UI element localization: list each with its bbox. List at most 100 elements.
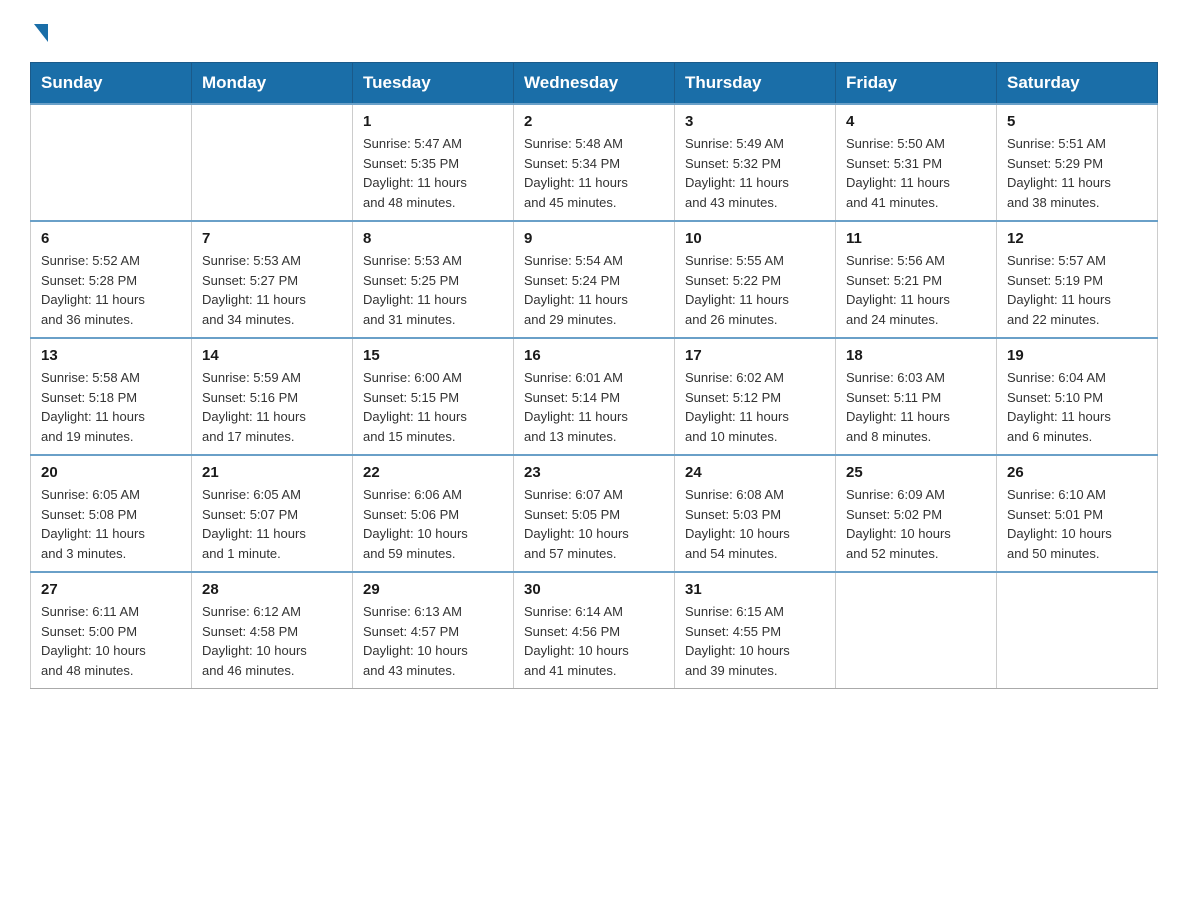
calendar-cell: 18 Sunrise: 6:03 AM Sunset: 5:11 PM Dayli… — [836, 338, 997, 455]
day-info: Sunrise: 5:56 AM Sunset: 5:21 PM Dayligh… — [846, 251, 986, 329]
day-info: Sunrise: 5:58 AM Sunset: 5:18 PM Dayligh… — [41, 368, 181, 446]
calendar-cell: 15 Sunrise: 6:00 AM Sunset: 5:15 PM Dayli… — [353, 338, 514, 455]
calendar-cell: 4 Sunrise: 5:50 AM Sunset: 5:31 PM Daylig… — [836, 104, 997, 221]
calendar-cell: 30Sunrise: 6:14 AM Sunset: 4:56 PM Dayli… — [514, 572, 675, 689]
day-number: 31 — [685, 581, 825, 598]
week-row-2: 6 Sunrise: 5:52 AM Sunset: 5:28 PM Daylig… — [31, 221, 1158, 338]
logo — [30, 20, 48, 42]
day-number: 3 — [685, 113, 825, 130]
day-info: Sunrise: 5:48 AM Sunset: 5:34 PM Dayligh… — [524, 134, 664, 212]
calendar-cell: 19 Sunrise: 6:04 AM Sunset: 5:10 PM Dayli… — [997, 338, 1158, 455]
day-info: Sunrise: 6:10 AM Sunset: 5:01 PM Dayligh… — [1007, 485, 1147, 563]
day-number: 12 — [1007, 230, 1147, 247]
calendar-cell: 2 Sunrise: 5:48 AM Sunset: 5:34 PM Daylig… — [514, 104, 675, 221]
day-info: Sunrise: 6:14 AM Sunset: 4:56 PM Dayligh… — [524, 602, 664, 680]
day-info: Sunrise: 6:05 AM Sunset: 5:08 PM Dayligh… — [41, 485, 181, 563]
day-info: Sunrise: 6:01 AM Sunset: 5:14 PM Dayligh… — [524, 368, 664, 446]
day-info: Sunrise: 5:51 AM Sunset: 5:29 PM Dayligh… — [1007, 134, 1147, 212]
day-info: Sunrise: 5:50 AM Sunset: 5:31 PM Dayligh… — [846, 134, 986, 212]
calendar-cell: 17 Sunrise: 6:02 AM Sunset: 5:12 PM Dayli… — [675, 338, 836, 455]
calendar-cell: 31Sunrise: 6:15 AM Sunset: 4:55 PM Dayli… — [675, 572, 836, 689]
day-info: Sunrise: 5:57 AM Sunset: 5:19 PM Dayligh… — [1007, 251, 1147, 329]
day-number: 19 — [1007, 347, 1147, 364]
calendar-cell — [836, 572, 997, 689]
page-header — [30, 20, 1158, 42]
day-number: 2 — [524, 113, 664, 130]
calendar-cell: 24 Sunrise: 6:08 AM Sunset: 5:03 PM Dayli… — [675, 455, 836, 572]
week-row-3: 13 Sunrise: 5:58 AM Sunset: 5:18 PM Dayli… — [31, 338, 1158, 455]
calendar-cell: 16 Sunrise: 6:01 AM Sunset: 5:14 PM Dayli… — [514, 338, 675, 455]
day-info: Sunrise: 6:02 AM Sunset: 5:12 PM Dayligh… — [685, 368, 825, 446]
calendar-cell: 13 Sunrise: 5:58 AM Sunset: 5:18 PM Dayli… — [31, 338, 192, 455]
day-number: 11 — [846, 230, 986, 247]
header-saturday: Saturday — [997, 63, 1158, 105]
calendar-cell: 11 Sunrise: 5:56 AM Sunset: 5:21 PM Dayli… — [836, 221, 997, 338]
logo-arrow-icon — [34, 24, 48, 42]
calendar-cell: 10 Sunrise: 5:55 AM Sunset: 5:22 PM Dayli… — [675, 221, 836, 338]
header-sunday: Sunday — [31, 63, 192, 105]
day-info: Sunrise: 6:03 AM Sunset: 5:11 PM Dayligh… — [846, 368, 986, 446]
day-number: 9 — [524, 230, 664, 247]
day-info: Sunrise: 5:52 AM Sunset: 5:28 PM Dayligh… — [41, 251, 181, 329]
day-number: 20 — [41, 464, 181, 481]
calendar-cell: 29Sunrise: 6:13 AM Sunset: 4:57 PM Dayli… — [353, 572, 514, 689]
day-number: 23 — [524, 464, 664, 481]
calendar-table: SundayMondayTuesdayWednesdayThursdayFrid… — [30, 62, 1158, 689]
calendar-cell: 14Sunrise: 5:59 AM Sunset: 5:16 PM Dayli… — [192, 338, 353, 455]
day-info: Sunrise: 6:04 AM Sunset: 5:10 PM Dayligh… — [1007, 368, 1147, 446]
day-number: 8 — [363, 230, 503, 247]
header-tuesday: Tuesday — [353, 63, 514, 105]
calendar-cell: 7Sunrise: 5:53 AM Sunset: 5:27 PM Daylig… — [192, 221, 353, 338]
calendar-cell: 3 Sunrise: 5:49 AM Sunset: 5:32 PM Daylig… — [675, 104, 836, 221]
day-number: 25 — [846, 464, 986, 481]
day-info: Sunrise: 6:05 AM Sunset: 5:07 PM Dayligh… — [202, 485, 342, 563]
day-info: Sunrise: 6:09 AM Sunset: 5:02 PM Dayligh… — [846, 485, 986, 563]
calendar-header-row: SundayMondayTuesdayWednesdayThursdayFrid… — [31, 63, 1158, 105]
calendar-cell: 20 Sunrise: 6:05 AM Sunset: 5:08 PM Dayli… — [31, 455, 192, 572]
calendar-cell: 23 Sunrise: 6:07 AM Sunset: 5:05 PM Dayli… — [514, 455, 675, 572]
day-number: 22 — [363, 464, 503, 481]
day-number: 17 — [685, 347, 825, 364]
calendar-cell: 9 Sunrise: 5:54 AM Sunset: 5:24 PM Daylig… — [514, 221, 675, 338]
day-number: 24 — [685, 464, 825, 481]
header-thursday: Thursday — [675, 63, 836, 105]
calendar-cell — [192, 104, 353, 221]
day-number: 27 — [41, 581, 181, 598]
day-info: Sunrise: 6:06 AM Sunset: 5:06 PM Dayligh… — [363, 485, 503, 563]
day-number: 6 — [41, 230, 181, 247]
day-number: 18 — [846, 347, 986, 364]
calendar-cell: 22 Sunrise: 6:06 AM Sunset: 5:06 PM Dayli… — [353, 455, 514, 572]
calendar-cell: 1Sunrise: 5:47 AM Sunset: 5:35 PM Daylig… — [353, 104, 514, 221]
calendar-cell: 8 Sunrise: 5:53 AM Sunset: 5:25 PM Daylig… — [353, 221, 514, 338]
calendar-cell: 25 Sunrise: 6:09 AM Sunset: 5:02 PM Dayli… — [836, 455, 997, 572]
calendar-cell: 12 Sunrise: 5:57 AM Sunset: 5:19 PM Dayli… — [997, 221, 1158, 338]
day-info: Sunrise: 5:53 AM Sunset: 5:27 PM Dayligh… — [202, 251, 342, 329]
calendar-cell: 5 Sunrise: 5:51 AM Sunset: 5:29 PM Daylig… — [997, 104, 1158, 221]
day-number: 1 — [363, 113, 503, 130]
day-number: 15 — [363, 347, 503, 364]
day-number: 26 — [1007, 464, 1147, 481]
day-info: Sunrise: 5:59 AM Sunset: 5:16 PM Dayligh… — [202, 368, 342, 446]
day-info: Sunrise: 5:49 AM Sunset: 5:32 PM Dayligh… — [685, 134, 825, 212]
day-info: Sunrise: 5:54 AM Sunset: 5:24 PM Dayligh… — [524, 251, 664, 329]
day-number: 4 — [846, 113, 986, 130]
day-info: Sunrise: 6:07 AM Sunset: 5:05 PM Dayligh… — [524, 485, 664, 563]
day-number: 10 — [685, 230, 825, 247]
day-number: 16 — [524, 347, 664, 364]
day-number: 5 — [1007, 113, 1147, 130]
day-info: Sunrise: 5:53 AM Sunset: 5:25 PM Dayligh… — [363, 251, 503, 329]
week-row-4: 20 Sunrise: 6:05 AM Sunset: 5:08 PM Dayli… — [31, 455, 1158, 572]
header-wednesday: Wednesday — [514, 63, 675, 105]
calendar-cell: 28Sunrise: 6:12 AM Sunset: 4:58 PM Dayli… — [192, 572, 353, 689]
calendar-cell: 21 Sunrise: 6:05 AM Sunset: 5:07 PM Dayli… — [192, 455, 353, 572]
calendar-cell: 26 Sunrise: 6:10 AM Sunset: 5:01 PM Dayli… — [997, 455, 1158, 572]
day-number: 13 — [41, 347, 181, 364]
day-number: 28 — [202, 581, 342, 598]
day-info: Sunrise: 5:55 AM Sunset: 5:22 PM Dayligh… — [685, 251, 825, 329]
calendar-cell — [31, 104, 192, 221]
calendar-cell: 27Sunrise: 6:11 AM Sunset: 5:00 PM Dayli… — [31, 572, 192, 689]
day-info: Sunrise: 6:13 AM Sunset: 4:57 PM Dayligh… — [363, 602, 503, 680]
day-number: 21 — [202, 464, 342, 481]
day-info: Sunrise: 6:00 AM Sunset: 5:15 PM Dayligh… — [363, 368, 503, 446]
day-info: Sunrise: 6:08 AM Sunset: 5:03 PM Dayligh… — [685, 485, 825, 563]
